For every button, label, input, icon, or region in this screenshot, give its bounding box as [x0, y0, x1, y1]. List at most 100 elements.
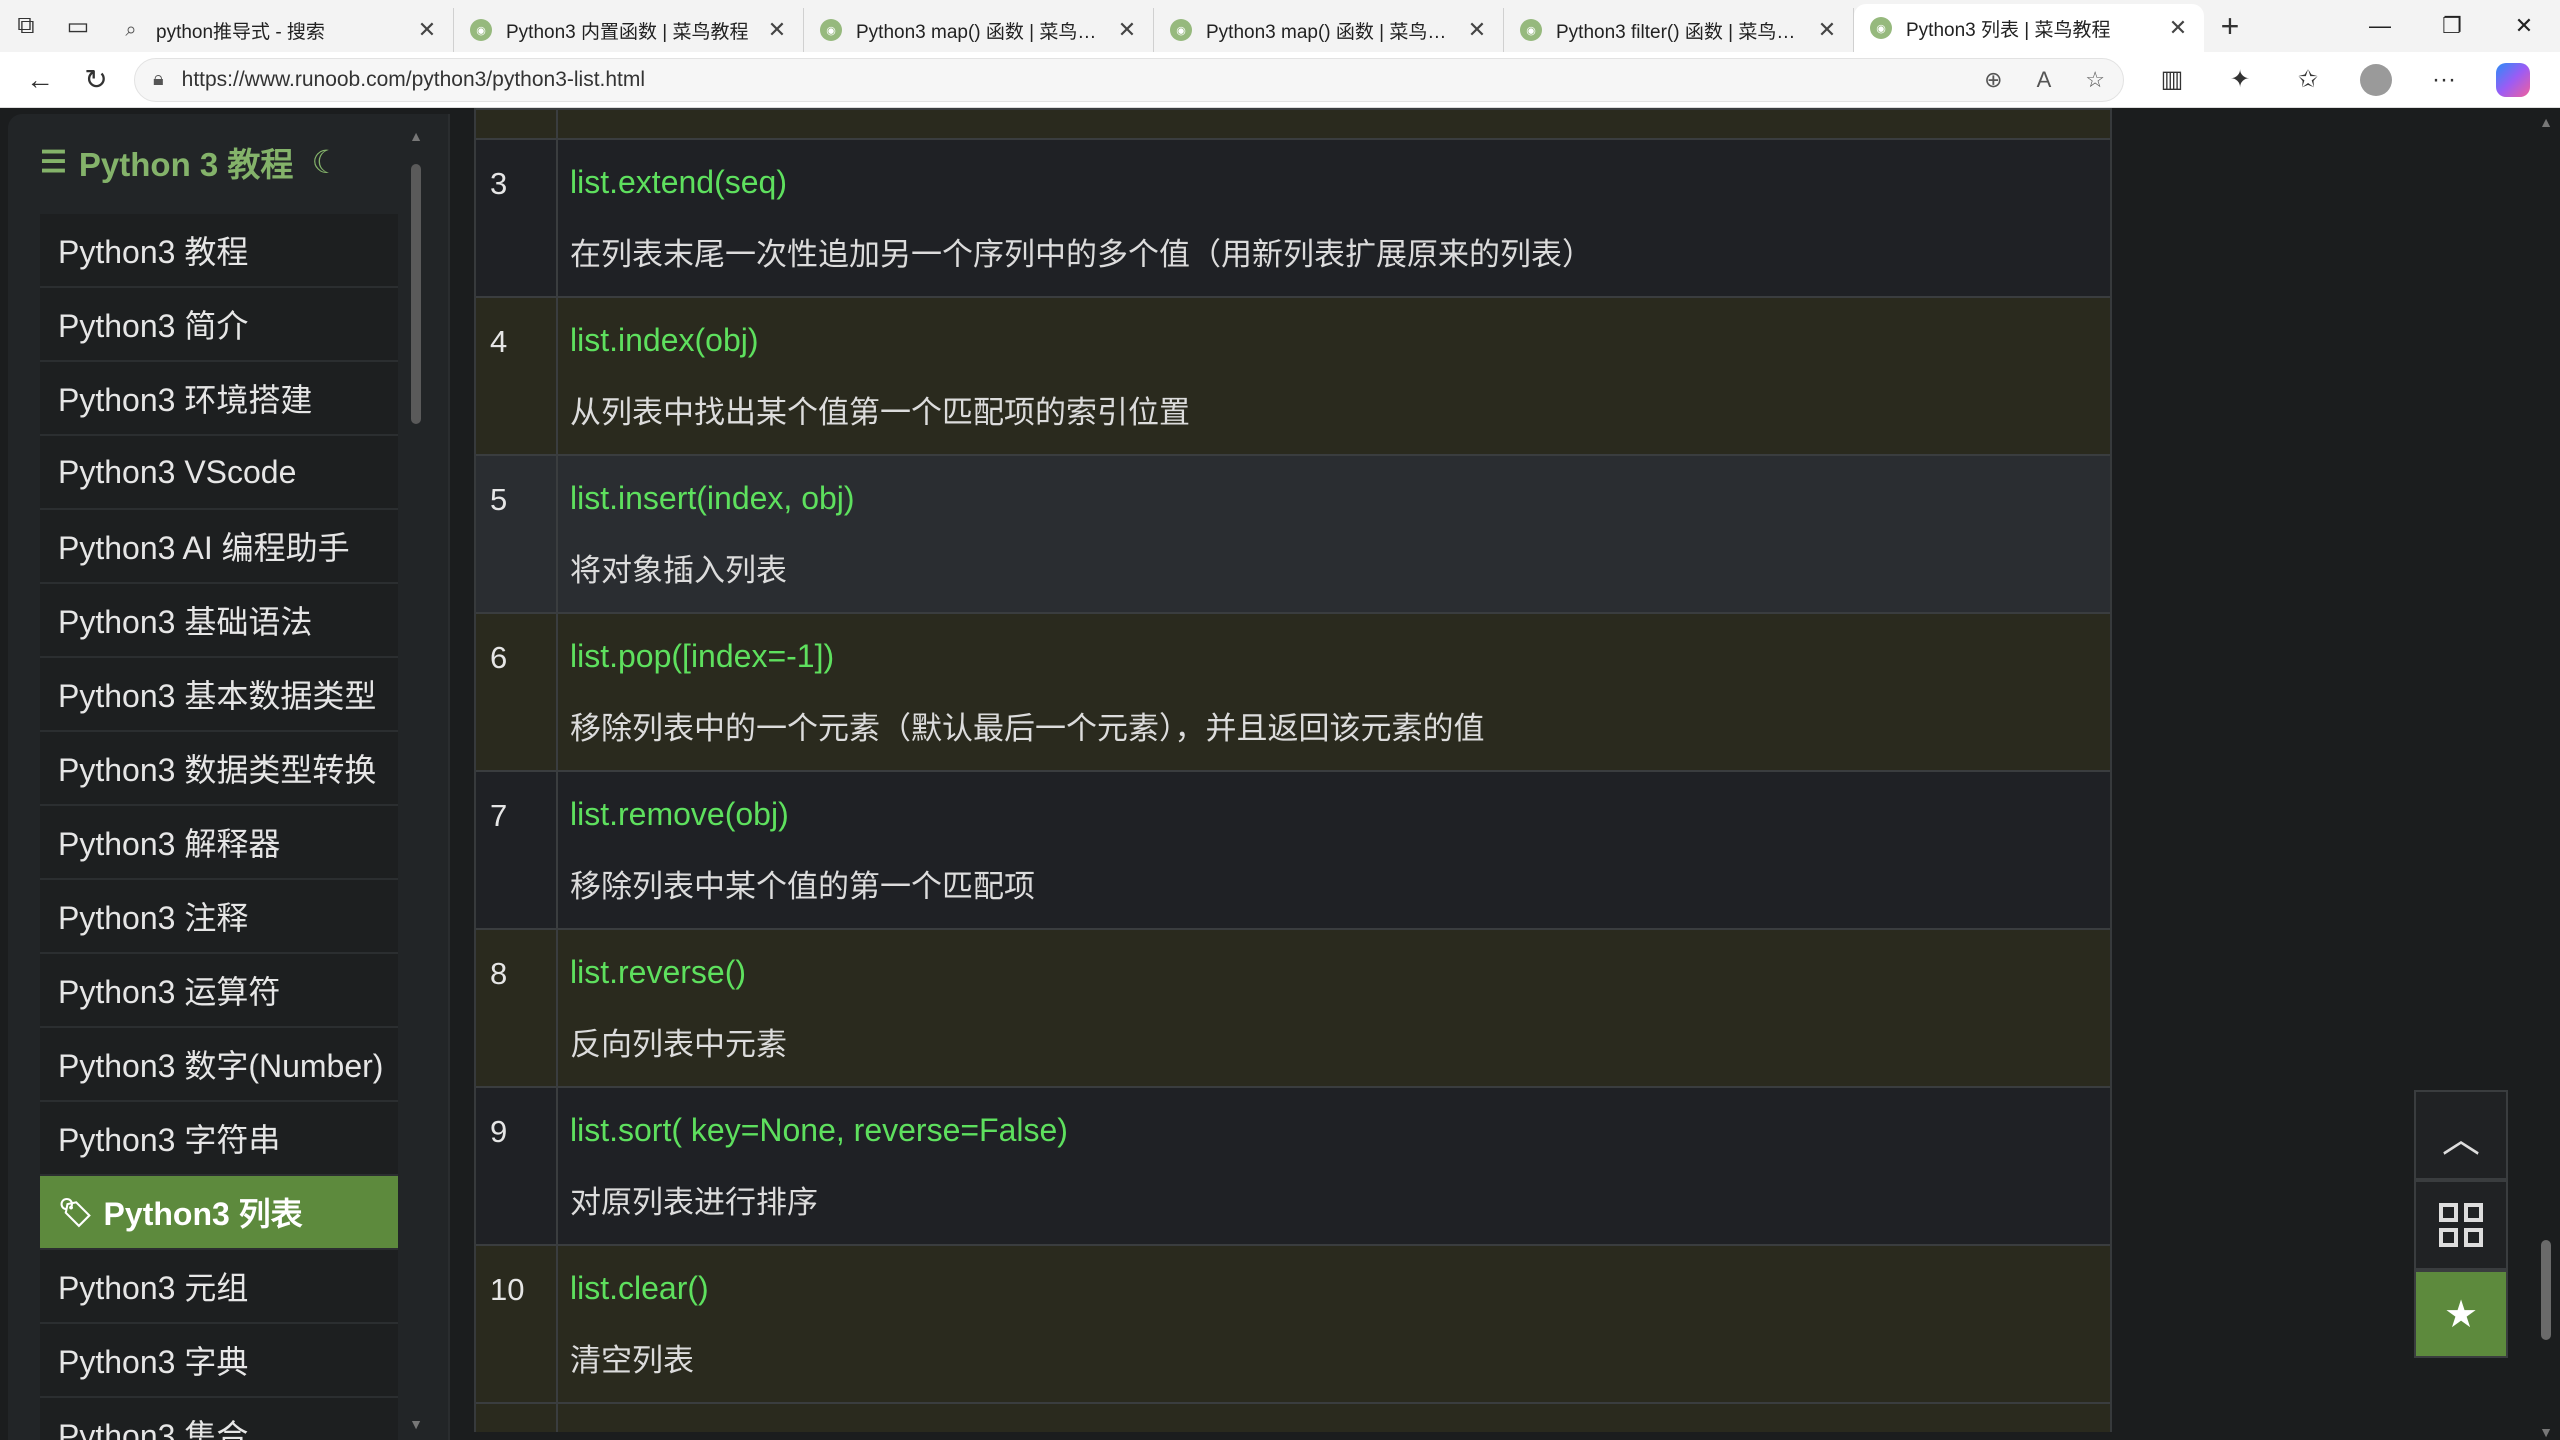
close-window-icon[interactable]: ✕ [2488, 0, 2560, 52]
tab-close-icon[interactable]: ✕ [1113, 16, 1141, 44]
sidebar-item[interactable]: Python3 数据类型转换 [40, 732, 398, 806]
browser-tab[interactable]: ⌕ python推导式 - 搜索 ✕ [104, 8, 454, 52]
method-name[interactable]: list.pop([index=-1]) [570, 638, 2110, 675]
sidebar-item[interactable]: Python3 元组 [40, 1250, 398, 1324]
sidebar-item-label: Python3 列表 [103, 1196, 303, 1232]
browser-tab[interactable]: ◉ Python3 map() 函数 | 菜鸟教程 ✕ [804, 8, 1154, 52]
browser-tab-bar: ⧉ ▭ ⌕ python推导式 - 搜索 ✕ ◉ Python3 内置函数 | 菜鸟教程… [0, 0, 2560, 52]
table-row-partial [476, 1402, 2110, 1432]
sidebar-item-label: Python3 数字(Number) [58, 1048, 384, 1084]
sidebar-item-label: Python3 元组 [58, 1270, 249, 1306]
row-number-cell [476, 1404, 558, 1432]
sidebar-item[interactable]: Python3 字符串 [40, 1102, 398, 1176]
tab-close-icon[interactable]: ✕ [763, 16, 791, 44]
list-methods-table: 3 list.extend(seq) 在列表末尾一次性追加另一个序列中的多个值（用新… [474, 108, 2112, 1432]
sidebar-item[interactable]: Python3 AI 编程助手 [40, 510, 398, 584]
scroll-down-arrow-icon[interactable]: ▼ [408, 1416, 424, 1432]
tab-close-icon[interactable]: ✕ [413, 16, 441, 44]
profile-avatar[interactable] [2360, 63, 2392, 96]
browser-tab[interactable]: ◉ Python3 内置函数 | 菜鸟教程 ✕ [454, 8, 804, 52]
read-aloud-icon[interactable]: A [2037, 67, 2052, 93]
browser-tab[interactable]: ◉ Python3 列表 | 菜鸟教程 ✕ [1854, 4, 2204, 52]
row-number: 5 [476, 456, 558, 612]
row-content-cell: list.sort( key=None, reverse=False) 对原列表进… [558, 1088, 2110, 1244]
restore-icon[interactable]: ❐ [2416, 0, 2488, 52]
sidebar-item[interactable]: Python3 基础语法 [40, 584, 398, 658]
sidebar-header: ☰ Python 3 教程 ☾ [8, 114, 448, 210]
qr-code-button[interactable] [2414, 1180, 2508, 1270]
row-number: 10 [476, 1246, 558, 1402]
row-number: 9 [476, 1088, 558, 1244]
dark-mode-moon-icon[interactable]: ☾ [311, 143, 340, 181]
method-description: 从列表中找出某个值第一个匹配项的索引位置 [570, 395, 1190, 430]
browser-tools: ▥ ✦ ✩ ··· [2138, 52, 2530, 108]
sidebar-item[interactable]: Python3 VScode [40, 436, 398, 510]
sidebar-scroll-thumb[interactable] [411, 164, 421, 424]
sidebar-item[interactable]: Python3 字典 [40, 1324, 398, 1398]
url-bar[interactable]: 🔒︎ https://www.runoob.com/python3/python… [134, 57, 2124, 102]
sidebar-item[interactable]: Python3 注释 [40, 880, 398, 954]
method-name[interactable]: list.reverse() [570, 954, 2110, 991]
sidebar-item[interactable]: Python3 运算符 [40, 954, 398, 1028]
favorite-star-icon[interactable]: ☆ [2085, 67, 2105, 93]
table-row: 4 list.index(obj) 从列表中找出某个值第一个匹配项的索引位置 [476, 296, 2110, 454]
favorites-icon[interactable]: ✩ [2274, 52, 2342, 108]
browser-tab[interactable]: ◉ Python3 filter() 函数 | 菜鸟教程 ✕ [1504, 8, 1854, 52]
row-content-cell: list.remove(obj) 移除列表中某个值的第一个匹配项 [558, 772, 2110, 928]
row-content-cell: list.insert(index, obj) 将对象插入列表 [558, 456, 2110, 612]
method-description: 在列表末尾一次性追加另一个序列中的多个值（用新列表扩展原来的列表） [570, 237, 1593, 272]
row-number: 6 [476, 614, 558, 770]
sidebar-item[interactable]: Python3 基本数据类型 [40, 658, 398, 732]
sidebar-item[interactable]: Python3 数字(Number) [40, 1028, 398, 1102]
workspaces-icon[interactable]: ⧉ [0, 0, 52, 52]
sidebar-item[interactable]: Python3 解释器 [40, 806, 398, 880]
sidebar-item[interactable]: Python3 集合 [40, 1398, 398, 1440]
new-tab-button[interactable]: + [2204, 4, 2256, 48]
minimize-icon[interactable]: — [2344, 0, 2416, 52]
tab-close-icon[interactable]: ✕ [1463, 16, 1491, 44]
url-text[interactable]: https://www.runoob.com/python3/python3-l… [182, 68, 1951, 92]
method-name[interactable]: list.index(obj) [570, 322, 2110, 359]
split-screen-icon[interactable]: ▥ [2138, 52, 2206, 108]
zoom-icon[interactable]: ⊕ [1984, 67, 2002, 93]
runoob-icon: ◉ [470, 19, 492, 41]
table-row: 6 list.pop([index=-1]) 移除列表中的一个元素（默认最后一个元素… [476, 612, 2110, 770]
sidebar-item[interactable]: 🏷︎ Python3 列表 [40, 1176, 398, 1250]
tag-icon: 🏷︎ [58, 1196, 94, 1228]
row-number: 4 [476, 298, 558, 454]
back-to-top-button[interactable]: ︿ [2414, 1090, 2508, 1180]
more-options-icon[interactable]: ··· [2410, 52, 2478, 108]
tab-actions-icon[interactable]: ▭ [52, 0, 104, 52]
page-scroll-down-icon[interactable]: ▼ [2536, 1424, 2556, 1440]
runoob-icon: ◉ [1520, 19, 1542, 41]
back-button[interactable]: ← [12, 52, 68, 108]
method-name[interactable]: list.clear() [570, 1270, 2110, 1307]
sidebar-item[interactable]: Python3 环境搭建 [40, 362, 398, 436]
table-row: 9 list.sort( key=None, reverse=False) 对原列表… [476, 1086, 2110, 1244]
copilot-icon[interactable] [2496, 62, 2530, 97]
tab-close-icon[interactable]: ✕ [1813, 16, 1841, 44]
method-name[interactable]: list.insert(index, obj) [570, 480, 2110, 517]
tab-close-icon[interactable]: ✕ [2164, 14, 2192, 42]
page-scrollbar[interactable]: ▲ ▼ [2536, 114, 2556, 1440]
bookmark-star-button[interactable]: ★ [2414, 1270, 2508, 1358]
sidebar-item[interactable]: Python3 教程 [40, 214, 398, 288]
refresh-button[interactable]: ↻ [68, 52, 124, 108]
scroll-up-arrow-icon[interactable]: ▲ [408, 128, 424, 144]
qr-code-icon [2439, 1203, 2483, 1247]
extensions-icon[interactable]: ✦ [2206, 52, 2274, 108]
sidebar-item-label: Python3 简介 [58, 308, 249, 344]
sidebar-scrollbar[interactable]: ▲ ▼ [408, 128, 424, 1432]
method-name[interactable]: list.remove(obj) [570, 796, 2110, 833]
page-scroll-thumb[interactable] [2541, 1240, 2551, 1340]
sidebar-item-label: Python3 运算符 [58, 974, 281, 1010]
sidebar-item-label: Python3 基本数据类型 [58, 678, 377, 714]
sidebar-item-label: Python3 数据类型转换 [58, 752, 377, 788]
method-description: 反向列表中元素 [570, 1027, 787, 1062]
page-scroll-up-icon[interactable]: ▲ [2536, 114, 2556, 130]
browser-tab[interactable]: ◉ Python3 map() 函数 | 菜鸟教程 ✕ [1154, 8, 1504, 52]
sidebar-item-label: Python3 教程 [58, 234, 249, 270]
method-name[interactable]: list.sort( key=None, reverse=False) [570, 1112, 2110, 1149]
method-name[interactable]: list.extend(seq) [570, 164, 2110, 201]
sidebar-item[interactable]: Python3 简介 [40, 288, 398, 362]
